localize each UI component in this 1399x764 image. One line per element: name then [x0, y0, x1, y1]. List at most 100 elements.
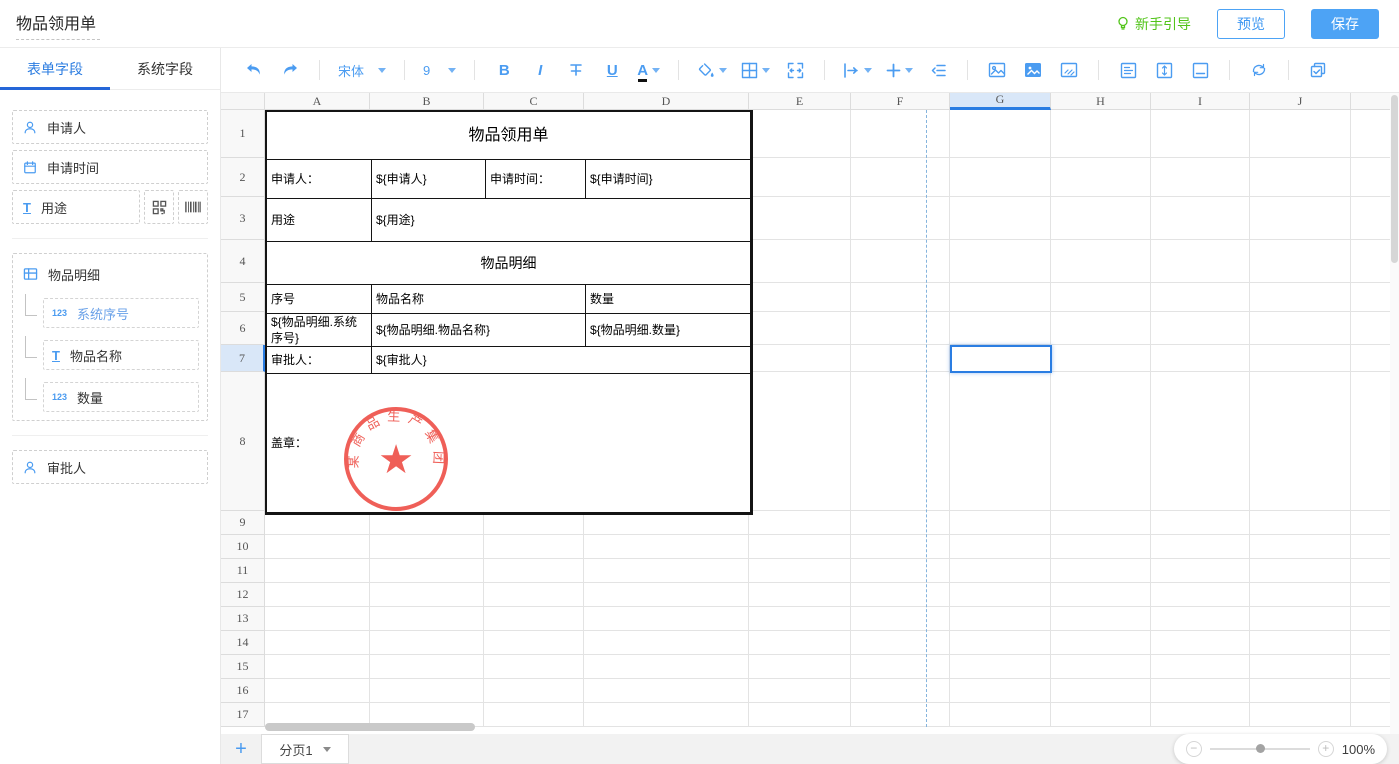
row-header-13[interactable]: 13 — [221, 607, 265, 631]
grid-cell[interactable] — [950, 679, 1051, 703]
refresh-icon[interactable] — [1248, 59, 1270, 81]
qrcode-button[interactable] — [144, 190, 174, 224]
grid-cell[interactable] — [584, 607, 749, 631]
row-header-10[interactable]: 10 — [221, 535, 265, 559]
grid-cell[interactable] — [749, 312, 851, 345]
grid-cell[interactable] — [265, 583, 370, 607]
grid-cell[interactable] — [370, 655, 484, 679]
grid-cell[interactable] — [1250, 240, 1351, 283]
grid-cell[interactable] — [950, 240, 1051, 283]
grid-cell[interactable] — [1250, 655, 1351, 679]
grid-cell[interactable] — [1151, 511, 1250, 535]
grid-cell[interactable] — [749, 240, 851, 283]
zoom-slider-track[interactable] — [1210, 748, 1310, 750]
tab-form-fields[interactable]: 表单字段 — [0, 59, 110, 79]
grid-cell[interactable] — [1051, 240, 1151, 283]
cell-B7[interactable]: ${审批人} — [372, 347, 751, 374]
grid-cell[interactable] — [1250, 559, 1351, 583]
row-header-5[interactable]: 5 — [221, 283, 265, 312]
grid-cell[interactable] — [1351, 559, 1390, 583]
grid-cell[interactable] — [851, 511, 950, 535]
grid-cell[interactable] — [1250, 312, 1351, 345]
grid-cell[interactable] — [1250, 197, 1351, 240]
grid-cell[interactable] — [1250, 583, 1351, 607]
grid-cell[interactable] — [1051, 345, 1151, 372]
grid-cell[interactable] — [1051, 655, 1151, 679]
zoom-out-button[interactable]: − — [1186, 741, 1202, 757]
grid-cell[interactable] — [265, 535, 370, 559]
grid-cell[interactable] — [1250, 535, 1351, 559]
underline-button[interactable]: U — [601, 59, 623, 81]
grid-cell[interactable] — [749, 158, 851, 197]
grid-cell[interactable] — [749, 631, 851, 655]
fill-color-button[interactable] — [697, 62, 727, 79]
grid-cell[interactable] — [749, 283, 851, 312]
outdent-icon[interactable] — [927, 59, 949, 81]
bold-button[interactable]: B — [493, 59, 515, 81]
zoom-in-button[interactable]: + — [1318, 741, 1334, 757]
cell-A2[interactable]: 申请人： — [267, 160, 372, 199]
grid-cell[interactable] — [851, 283, 950, 312]
row-header-2[interactable]: 2 — [221, 158, 265, 197]
page-title[interactable]: 物品领用单 — [16, 8, 100, 40]
row-header-16[interactable]: 16 — [221, 679, 265, 703]
field-apply-time[interactable]: 申请时间 — [12, 150, 208, 184]
cell-B6[interactable]: ${物品明细.物品名称} — [372, 314, 586, 347]
grid-cell[interactable] — [1151, 703, 1250, 727]
row-header-4[interactable]: 4 — [221, 240, 265, 283]
column-header-F[interactable]: F — [851, 93, 950, 110]
row-header-7[interactable]: 7 — [221, 345, 265, 372]
grid-cell[interactable] — [265, 679, 370, 703]
grid-cell[interactable] — [1051, 631, 1151, 655]
grid-cell[interactable] — [851, 110, 950, 158]
grid-cell[interactable] — [950, 607, 1051, 631]
grid-cell[interactable] — [584, 631, 749, 655]
grid-cell[interactable] — [1151, 559, 1250, 583]
grid-cell[interactable] — [1351, 511, 1390, 535]
grid-cell[interactable] — [1151, 679, 1250, 703]
grid-cell[interactable] — [1151, 312, 1250, 345]
grid-cell[interactable] — [749, 110, 851, 158]
grid-cell[interactable] — [1151, 110, 1250, 158]
grid-cell[interactable] — [1351, 535, 1390, 559]
cell-D6[interactable]: ${物品明细.数量} — [586, 314, 751, 347]
grid-cell[interactable] — [1051, 607, 1151, 631]
grid-cell[interactable] — [1250, 607, 1351, 631]
grid-cell[interactable] — [1051, 312, 1151, 345]
grid-cell[interactable] — [851, 158, 950, 197]
grid-cell[interactable] — [265, 607, 370, 631]
grid-cell[interactable] — [1051, 535, 1151, 559]
grid-cell[interactable] — [370, 583, 484, 607]
image-fill-icon[interactable] — [1022, 59, 1044, 81]
add-sheet-button[interactable]: + — [221, 739, 261, 759]
grid-cell[interactable] — [1351, 679, 1390, 703]
barcode-button[interactable] — [178, 190, 208, 224]
grid-cell[interactable] — [484, 655, 584, 679]
grid-cell[interactable] — [1151, 283, 1250, 312]
grid-cell[interactable] — [1051, 703, 1151, 727]
grid-cell[interactable] — [749, 583, 851, 607]
grid-cell[interactable] — [1250, 631, 1351, 655]
cell-D5[interactable]: 数量 — [586, 285, 751, 314]
vertical-scrollbar[interactable] — [1391, 95, 1398, 263]
row-header-12[interactable]: 12 — [221, 583, 265, 607]
grid-cell[interactable] — [749, 535, 851, 559]
grid-cell[interactable] — [370, 631, 484, 655]
column-header-D[interactable]: D — [584, 93, 749, 110]
insert-image-icon[interactable] — [986, 59, 1008, 81]
grid-cell[interactable] — [1351, 197, 1390, 240]
grid-cell[interactable] — [484, 631, 584, 655]
zoom-slider-handle[interactable] — [1256, 744, 1265, 753]
cell-A7[interactable]: 审批人： — [267, 347, 372, 374]
row-header-17[interactable]: 17 — [221, 703, 265, 727]
grid-cell[interactable] — [1351, 631, 1390, 655]
grid-cell[interactable] — [1151, 631, 1250, 655]
grid-cell[interactable] — [1051, 110, 1151, 158]
grid-cell[interactable] — [851, 703, 950, 727]
row-header-9[interactable]: 9 — [221, 511, 265, 535]
grid-cell[interactable] — [484, 535, 584, 559]
grid-cell[interactable] — [1151, 197, 1250, 240]
grid-cell[interactable] — [1151, 607, 1250, 631]
grid-cell[interactable] — [950, 535, 1051, 559]
grid-cell[interactable] — [1250, 372, 1351, 511]
